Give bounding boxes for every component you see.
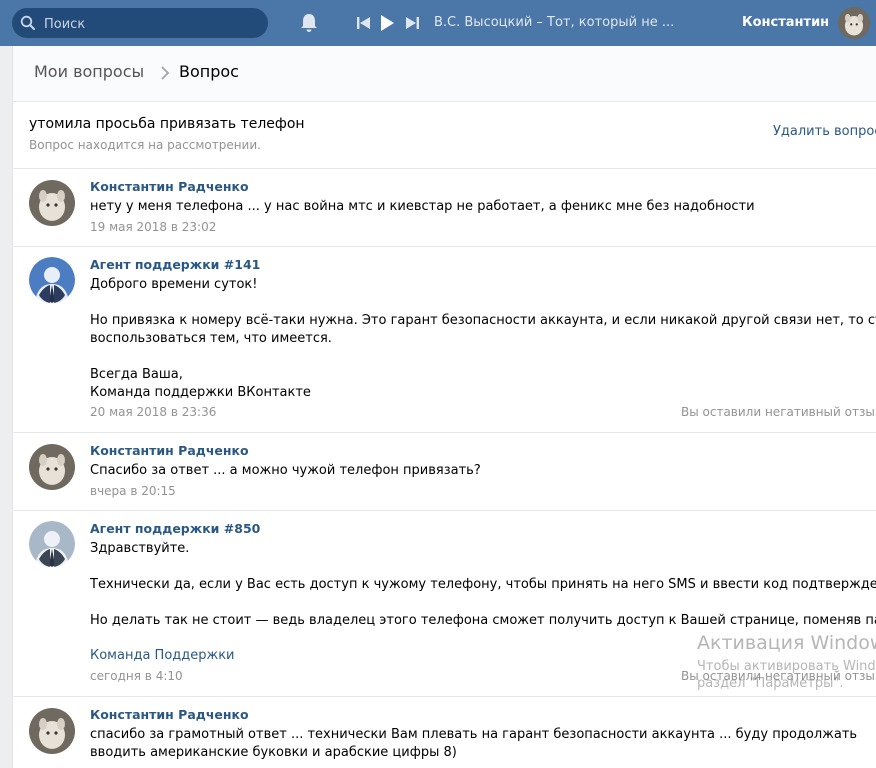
message-item: Константин Радченко нету у меня телефона… xyxy=(13,169,876,247)
message-text: спасибо за грамотный ответ ... техническ… xyxy=(90,726,876,762)
question-title: утомила просьба привязать телефон xyxy=(29,116,305,132)
message-line: Команда поддержки ВКонтакте xyxy=(90,385,311,400)
message-author[interactable]: Константин Радченко xyxy=(90,443,249,458)
message-line: Технически да, если у Вас есть доступ к … xyxy=(90,577,876,592)
message-time: вчера в 20:15 xyxy=(90,484,176,498)
user-avatar[interactable] xyxy=(29,444,75,490)
breadcrumb-my-questions-link[interactable]: Мои вопросы xyxy=(34,62,144,81)
search-box[interactable] xyxy=(12,8,268,40)
top-bar: В.С. Высоцкий – Тот, который не ... Конс… xyxy=(0,0,876,46)
negative-feedback-note: Вы оставили негативный отзыв xyxy=(681,405,876,419)
play-icon[interactable] xyxy=(378,14,396,32)
user-avatar[interactable] xyxy=(29,180,75,226)
message-author[interactable]: Агент поддержки #141 xyxy=(90,257,260,272)
message-line: воспользоваться тем, что имеется. xyxy=(90,331,332,346)
question-card: Мои вопросы Вопрос утомила просьба привя… xyxy=(12,46,876,768)
support-agent-avatar xyxy=(29,257,75,303)
message-line: спасибо за грамотный ответ ... техническ… xyxy=(90,727,858,742)
negative-feedback-note: Вы оставили негативный отзыв xyxy=(681,669,876,683)
message-item: Агент поддержки #141 Доброго времени сут… xyxy=(13,247,876,433)
message-line: Но привязка к номеру всё-таки нужна. Это… xyxy=(90,313,876,328)
search-input[interactable] xyxy=(42,8,266,40)
player-track-title[interactable]: В.С. Высоцкий – Тот, который не ... xyxy=(434,15,694,30)
breadcrumb-current: Вопрос xyxy=(179,62,239,81)
message-line: Но делать так не стоит — ведь владелец э… xyxy=(90,613,876,628)
support-signature: Команда Поддержки xyxy=(90,648,235,663)
message-author[interactable]: Константин Радченко xyxy=(90,179,249,194)
message-item: Агент поддержки #850 Здравствуйте. Техни… xyxy=(13,511,876,697)
previous-track-icon[interactable] xyxy=(355,14,373,32)
message-item: Константин Радченко спасибо за грамотный… xyxy=(13,697,876,768)
message-time: 19 мая 2018 в 23:02 xyxy=(90,220,217,234)
message-item: Константин Радченко Спасибо за ответ ...… xyxy=(13,433,876,511)
notifications-bell-icon[interactable] xyxy=(298,12,320,34)
support-agent-avatar xyxy=(29,521,75,567)
delete-question-link[interactable]: Удалить вопрос xyxy=(773,124,876,139)
user-avatar[interactable] xyxy=(838,7,870,39)
question-status: Вопрос находится на рассмотрении. xyxy=(29,138,261,152)
search-icon xyxy=(20,15,35,30)
message-time: 20 мая 2018 в 23:36 xyxy=(90,405,217,419)
chevron-right-icon xyxy=(161,66,170,80)
message-text: нету у меня телефона ... у нас война мтс… xyxy=(90,198,876,216)
message-line: вводить американские буковки и арабские … xyxy=(90,745,457,760)
message-text: Доброго времени суток! Но привязка к ном… xyxy=(90,276,876,402)
message-line: Спасибо за ответ ... а можно чужой телеф… xyxy=(90,463,481,478)
user-name[interactable]: Константин xyxy=(742,15,829,30)
message-time: сегодня в 4:10 xyxy=(90,669,183,683)
user-avatar[interactable] xyxy=(29,708,75,754)
message-line: нету у меня телефона ... у нас война мтс… xyxy=(90,199,755,214)
message-author[interactable]: Агент поддержки #850 xyxy=(90,521,260,536)
breadcrumb: Мои вопросы Вопрос xyxy=(13,46,876,102)
message-author[interactable]: Константин Радченко xyxy=(90,707,249,722)
message-line: Доброго времени суток! xyxy=(90,277,258,292)
message-text: Спасибо за ответ ... а можно чужой телеф… xyxy=(90,462,876,480)
message-line: Всегда Ваша, xyxy=(90,367,183,382)
message-line: Здравствуйте. xyxy=(90,541,190,556)
question-header: утомила просьба привязать телефон Вопрос… xyxy=(13,102,876,169)
next-track-icon[interactable] xyxy=(403,14,421,32)
message-text: Здравствуйте. Технически да, если у Вас … xyxy=(90,540,876,630)
